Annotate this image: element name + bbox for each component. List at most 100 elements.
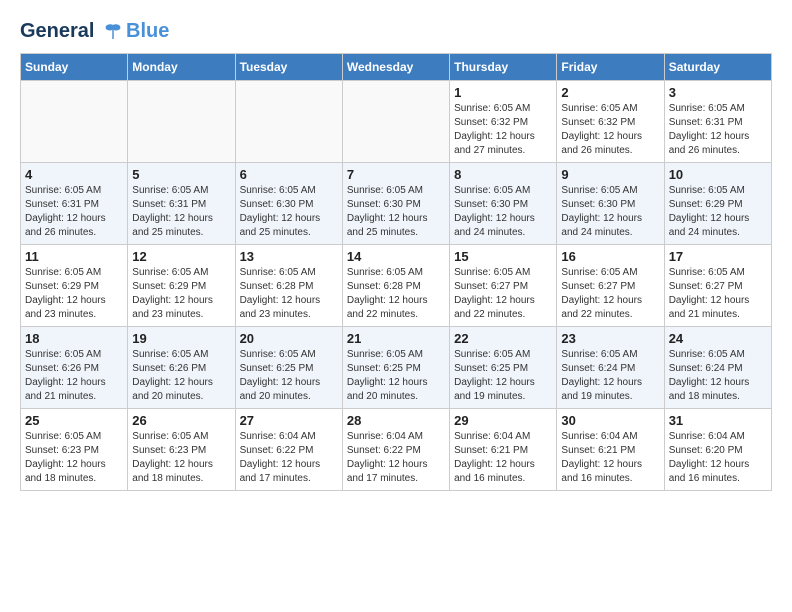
- day-info: Sunrise: 6:05 AM Sunset: 6:29 PM Dayligh…: [669, 184, 767, 240]
- day-number: 4: [25, 167, 123, 182]
- logo-line1: General: [20, 20, 94, 42]
- day-info: Sunrise: 6:04 AM Sunset: 6:21 PM Dayligh…: [561, 430, 659, 486]
- calendar-cell: 24 Sunrise: 6:05 AM Sunset: 6:24 PM Dayli…: [664, 327, 771, 409]
- day-number: 7: [347, 167, 445, 182]
- day-number: 26: [132, 413, 230, 428]
- day-info: Sunrise: 6:05 AM Sunset: 6:31 PM Dayligh…: [132, 184, 230, 240]
- calendar-cell: 30 Sunrise: 6:04 AM Sunset: 6:21 PM Dayli…: [557, 409, 664, 491]
- calendar-cell: 9 Sunrise: 6:05 AM Sunset: 6:30 PM Daylig…: [557, 163, 664, 245]
- calendar-week-row: 4 Sunrise: 6:05 AM Sunset: 6:31 PM Daylig…: [21, 163, 772, 245]
- weekday-header-tuesday: Tuesday: [235, 54, 342, 81]
- weekday-header-thursday: Thursday: [450, 54, 557, 81]
- calendar-week-row: 1 Sunrise: 6:05 AM Sunset: 6:32 PM Daylig…: [21, 81, 772, 163]
- day-info: Sunrise: 6:04 AM Sunset: 6:22 PM Dayligh…: [347, 430, 445, 486]
- calendar-cell: 22 Sunrise: 6:05 AM Sunset: 6:25 PM Dayli…: [450, 327, 557, 409]
- weekday-header-friday: Friday: [557, 54, 664, 81]
- day-info: Sunrise: 6:04 AM Sunset: 6:21 PM Dayligh…: [454, 430, 552, 486]
- day-info: Sunrise: 6:05 AM Sunset: 6:29 PM Dayligh…: [25, 266, 123, 322]
- logo-bird-icon: [102, 21, 124, 43]
- weekday-header-sunday: Sunday: [21, 54, 128, 81]
- calendar-cell: 21 Sunrise: 6:05 AM Sunset: 6:25 PM Dayli…: [342, 327, 449, 409]
- calendar-cell: 19 Sunrise: 6:05 AM Sunset: 6:26 PM Dayli…: [128, 327, 235, 409]
- day-number: 11: [25, 249, 123, 264]
- day-info: Sunrise: 6:05 AM Sunset: 6:28 PM Dayligh…: [240, 266, 338, 322]
- calendar-week-row: 25 Sunrise: 6:05 AM Sunset: 6:23 PM Dayli…: [21, 409, 772, 491]
- calendar-cell: 26 Sunrise: 6:05 AM Sunset: 6:23 PM Dayli…: [128, 409, 235, 491]
- calendar-cell: 11 Sunrise: 6:05 AM Sunset: 6:29 PM Dayli…: [21, 245, 128, 327]
- day-info: Sunrise: 6:05 AM Sunset: 6:32 PM Dayligh…: [454, 102, 552, 158]
- calendar-cell: [342, 81, 449, 163]
- day-number: 3: [669, 85, 767, 100]
- weekday-header-monday: Monday: [128, 54, 235, 81]
- day-number: 9: [561, 167, 659, 182]
- day-info: Sunrise: 6:05 AM Sunset: 6:32 PM Dayligh…: [561, 102, 659, 158]
- day-info: Sunrise: 6:05 AM Sunset: 6:23 PM Dayligh…: [25, 430, 123, 486]
- day-number: 16: [561, 249, 659, 264]
- day-number: 14: [347, 249, 445, 264]
- calendar-cell: 1 Sunrise: 6:05 AM Sunset: 6:32 PM Daylig…: [450, 81, 557, 163]
- calendar-cell: 17 Sunrise: 6:05 AM Sunset: 6:27 PM Dayli…: [664, 245, 771, 327]
- calendar-week-row: 18 Sunrise: 6:05 AM Sunset: 6:26 PM Dayli…: [21, 327, 772, 409]
- day-info: Sunrise: 6:05 AM Sunset: 6:24 PM Dayligh…: [561, 348, 659, 404]
- weekday-header-saturday: Saturday: [664, 54, 771, 81]
- day-number: 18: [25, 331, 123, 346]
- calendar-cell: 13 Sunrise: 6:05 AM Sunset: 6:28 PM Dayli…: [235, 245, 342, 327]
- day-info: Sunrise: 6:05 AM Sunset: 6:29 PM Dayligh…: [132, 266, 230, 322]
- calendar-cell: [21, 81, 128, 163]
- calendar-cell: 23 Sunrise: 6:05 AM Sunset: 6:24 PM Dayli…: [557, 327, 664, 409]
- day-info: Sunrise: 6:05 AM Sunset: 6:30 PM Dayligh…: [240, 184, 338, 240]
- day-number: 29: [454, 413, 552, 428]
- day-number: 30: [561, 413, 659, 428]
- calendar-cell: 15 Sunrise: 6:05 AM Sunset: 6:27 PM Dayli…: [450, 245, 557, 327]
- day-info: Sunrise: 6:05 AM Sunset: 6:28 PM Dayligh…: [347, 266, 445, 322]
- calendar-cell: 6Sunrise: 6:05 AM Sunset: 6:30 PM Daylig…: [235, 163, 342, 245]
- calendar-cell: 28Sunrise: 6:04 AM Sunset: 6:22 PM Dayli…: [342, 409, 449, 491]
- calendar-cell: [128, 81, 235, 163]
- calendar-cell: 7 Sunrise: 6:05 AM Sunset: 6:30 PM Daylig…: [342, 163, 449, 245]
- day-number: 20: [240, 331, 338, 346]
- day-number: 21: [347, 331, 445, 346]
- calendar-cell: 12Sunrise: 6:05 AM Sunset: 6:29 PM Dayli…: [128, 245, 235, 327]
- logo-line2: Blue: [126, 20, 169, 42]
- day-number: 25: [25, 413, 123, 428]
- page-header: General Blue: [20, 20, 772, 43]
- day-number: 23: [561, 331, 659, 346]
- day-info: Sunrise: 6:05 AM Sunset: 6:26 PM Dayligh…: [132, 348, 230, 404]
- day-number: 15: [454, 249, 552, 264]
- day-info: Sunrise: 6:05 AM Sunset: 6:25 PM Dayligh…: [454, 348, 552, 404]
- calendar-cell: 27Sunrise: 6:04 AM Sunset: 6:22 PM Dayli…: [235, 409, 342, 491]
- calendar-cell: 14 Sunrise: 6:05 AM Sunset: 6:28 PM Dayli…: [342, 245, 449, 327]
- day-info: Sunrise: 6:05 AM Sunset: 6:30 PM Dayligh…: [561, 184, 659, 240]
- day-info: Sunrise: 6:05 AM Sunset: 6:31 PM Dayligh…: [25, 184, 123, 240]
- day-number: 13: [240, 249, 338, 264]
- calendar-cell: 29 Sunrise: 6:04 AM Sunset: 6:21 PM Dayli…: [450, 409, 557, 491]
- calendar-cell: 8Sunrise: 6:05 AM Sunset: 6:30 PM Daylig…: [450, 163, 557, 245]
- weekday-header-wednesday: Wednesday: [342, 54, 449, 81]
- weekday-header-row: SundayMondayTuesdayWednesdayThursdayFrid…: [21, 54, 772, 81]
- day-info: Sunrise: 6:05 AM Sunset: 6:25 PM Dayligh…: [347, 348, 445, 404]
- day-number: 17: [669, 249, 767, 264]
- day-info: Sunrise: 6:05 AM Sunset: 6:23 PM Dayligh…: [132, 430, 230, 486]
- day-number: 8: [454, 167, 552, 182]
- day-number: 1: [454, 85, 552, 100]
- day-number: 31: [669, 413, 767, 428]
- day-info: Sunrise: 6:05 AM Sunset: 6:24 PM Dayligh…: [669, 348, 767, 404]
- calendar-cell: 4 Sunrise: 6:05 AM Sunset: 6:31 PM Daylig…: [21, 163, 128, 245]
- calendar-cell: 2 Sunrise: 6:05 AM Sunset: 6:32 PM Daylig…: [557, 81, 664, 163]
- day-number: 10: [669, 167, 767, 182]
- day-info: Sunrise: 6:05 AM Sunset: 6:27 PM Dayligh…: [454, 266, 552, 322]
- day-number: 24: [669, 331, 767, 346]
- day-info: Sunrise: 6:04 AM Sunset: 6:22 PM Dayligh…: [240, 430, 338, 486]
- calendar-cell: 31Sunrise: 6:04 AM Sunset: 6:20 PM Dayli…: [664, 409, 771, 491]
- calendar-table: SundayMondayTuesdayWednesdayThursdayFrid…: [20, 53, 772, 491]
- day-info: Sunrise: 6:05 AM Sunset: 6:26 PM Dayligh…: [25, 348, 123, 404]
- day-number: 19: [132, 331, 230, 346]
- day-number: 2: [561, 85, 659, 100]
- day-info: Sunrise: 6:05 AM Sunset: 6:27 PM Dayligh…: [561, 266, 659, 322]
- calendar-cell: 20Sunrise: 6:05 AM Sunset: 6:25 PM Dayli…: [235, 327, 342, 409]
- calendar-cell: 5 Sunrise: 6:05 AM Sunset: 6:31 PM Daylig…: [128, 163, 235, 245]
- day-info: Sunrise: 6:05 AM Sunset: 6:27 PM Dayligh…: [669, 266, 767, 322]
- day-number: 5: [132, 167, 230, 182]
- day-number: 22: [454, 331, 552, 346]
- day-info: Sunrise: 6:05 AM Sunset: 6:30 PM Dayligh…: [347, 184, 445, 240]
